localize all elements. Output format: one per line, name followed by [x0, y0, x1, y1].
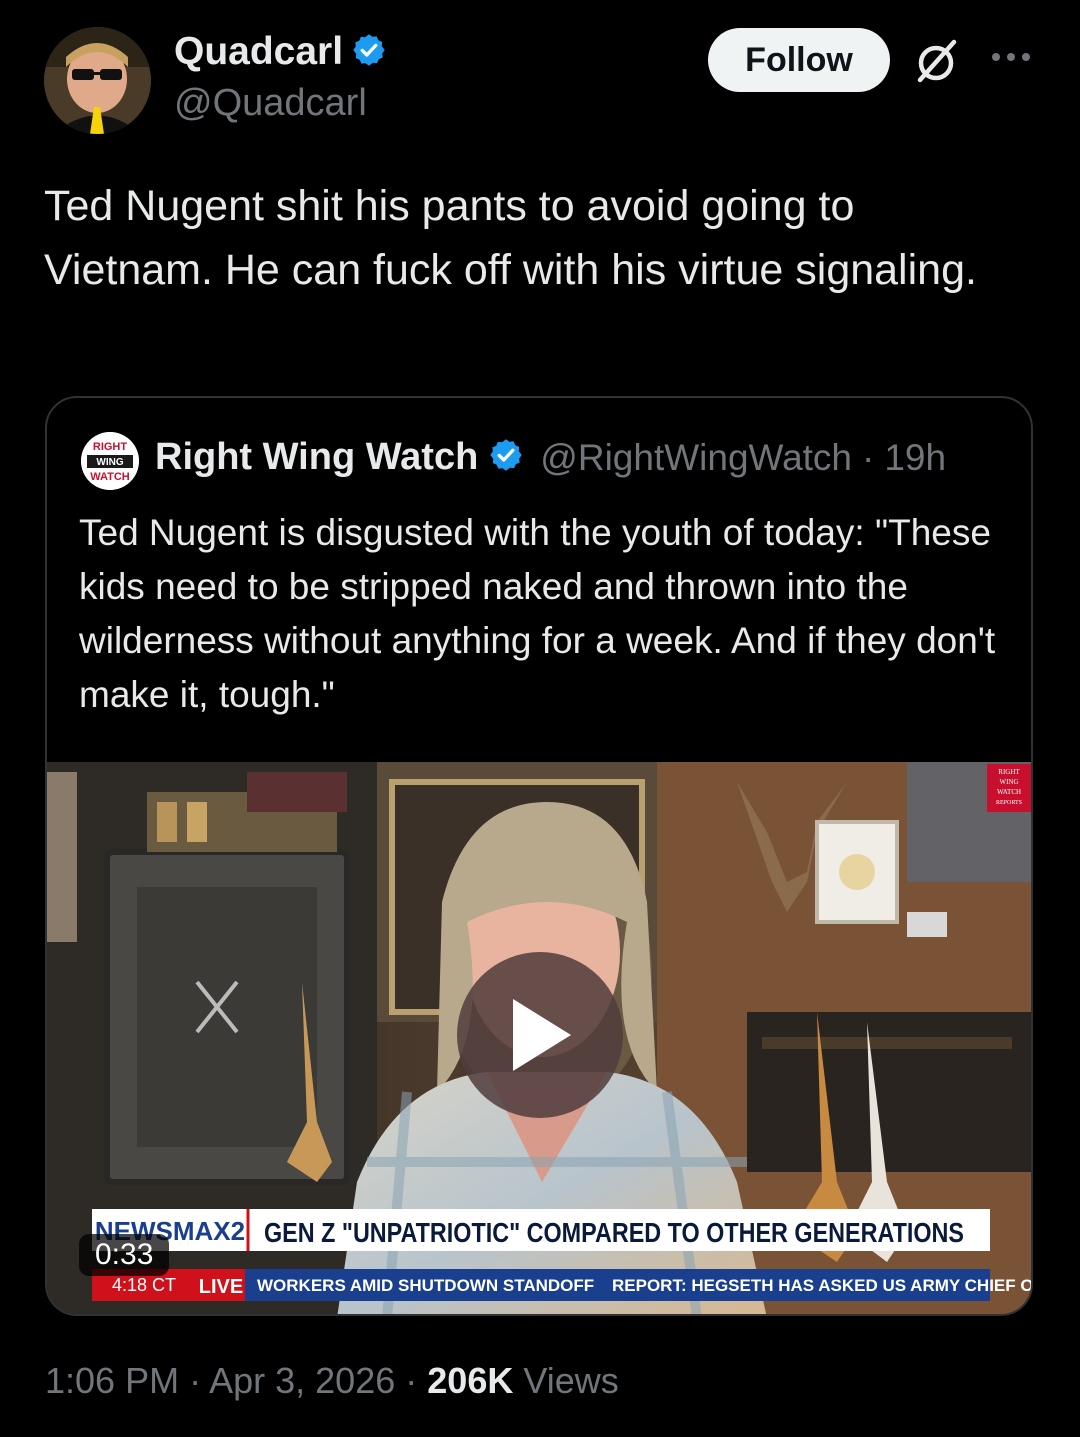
views-count: 206K [427, 1360, 514, 1401]
quoted-tweet-text: Ted Nugent is disgusted with the youth o… [79, 512, 996, 715]
follow-button[interactable]: Follow [708, 28, 890, 92]
right-wing-watch-logo[interactable]: RIGHT WING WATCH [81, 432, 139, 490]
quoted-author-name[interactable]: Right Wing Watch [155, 436, 478, 479]
quoted-author-handle[interactable]: @RightWingWatch [540, 437, 852, 479]
separator-dot: · [862, 436, 875, 478]
verified-badge-icon [488, 437, 524, 478]
separator-dot: · [189, 1360, 202, 1401]
separator-dot: · [405, 1360, 418, 1401]
news-ticker-1: WORKERS AMID SHUTDOWN STANDOFF [257, 1276, 594, 1295]
tweet-meta: 1:06 PM · Apr 3, 2026 · 206K Views [45, 1360, 619, 1402]
news-headline: GEN Z "UNPATRIOTIC" COMPARED TO OTHER GE… [264, 1217, 964, 1248]
grok-icon[interactable] [912, 36, 962, 86]
tweet-time[interactable]: 1:06 PM [45, 1360, 179, 1401]
quoted-tweet-time[interactable]: 19h [884, 437, 946, 479]
watermark-text-4: REPORTS [996, 800, 1022, 806]
news-clock: 4:18 CT [112, 1275, 176, 1295]
play-icon [513, 999, 571, 1071]
watermark-text-3: WATCH [997, 788, 1021, 796]
author-avatar[interactable] [44, 27, 151, 134]
tweet-date[interactable]: Apr 3, 2026 [209, 1360, 395, 1401]
author-handle[interactable]: @Quadcarl [174, 82, 367, 125]
more-options-icon[interactable] [988, 42, 1034, 72]
views-label: Views [523, 1360, 619, 1401]
watermark-text-1: RIGHT [998, 768, 1020, 776]
author-display-name[interactable]: Quadcarl [174, 30, 343, 74]
quoted-tweet-card[interactable]: RIGHT WING WATCH Right Wing Watch @Right… [45, 396, 1033, 1316]
video-duration: 0:33 [79, 1234, 170, 1276]
news-ticker-2: REPORT: HEGSETH HAS ASKED US ARMY CHIEF … [612, 1276, 1033, 1295]
author-name-row: Quadcarl [174, 30, 387, 74]
logo-text-top: RIGHT [93, 441, 128, 453]
logo-text-bottom: WATCH [90, 471, 130, 483]
watermark-text-2: WING [999, 778, 1018, 786]
tweet-text: Ted Nugent shit his pants to avoid going… [44, 182, 977, 294]
logo-text-middle: WING [96, 457, 123, 468]
play-button[interactable] [457, 952, 623, 1118]
video-player[interactable]: RIGHT WING WATCH REPORTS NEWSMAX2 GEN Z … [47, 762, 1033, 1314]
live-label: LIVE [199, 1276, 243, 1298]
verified-badge-icon [351, 32, 387, 73]
quoted-tweet-header: Right Wing Watch @RightWingWatch · 19h [155, 436, 946, 479]
